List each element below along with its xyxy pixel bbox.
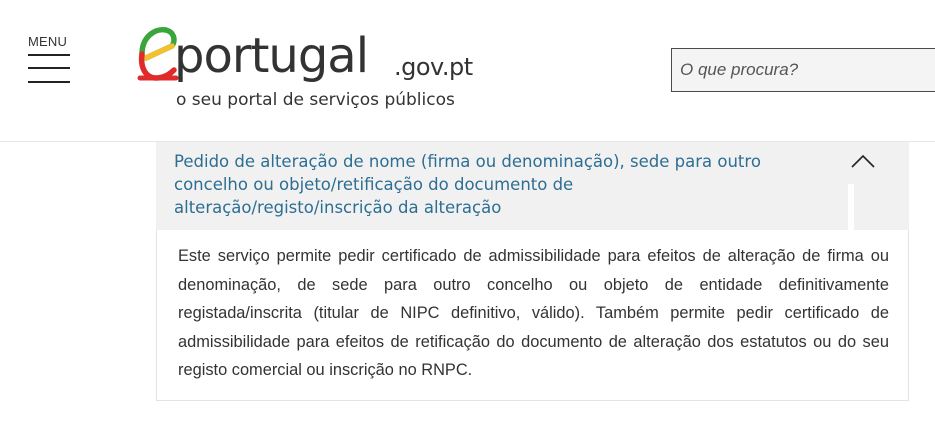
accordion-header[interactable]: Pedido de alteração de nome (firma ou de…: [156, 142, 909, 230]
description-line: admissibilidade para efeitos de retifica…: [178, 332, 889, 351]
logo-domain: .gov.pt: [394, 53, 473, 81]
site-header: MENU portugal .gov.pt o seu portal de se…: [0, 0, 935, 142]
accordion-body: Este serviço permite pedir certificado d…: [156, 230, 909, 401]
search-input[interactable]: [671, 48, 935, 92]
logo-tagline: o seu portal de serviços públicos: [176, 90, 455, 110]
accordion-title-line: alteração/registo/inscrição da alteração: [174, 198, 502, 217]
description-line: registada/inscrita (titular de NIPC defi…: [178, 304, 889, 322]
accordion-toggle-button[interactable]: [848, 142, 909, 230]
menu-label: MENU: [28, 34, 68, 49]
service-description: Este serviço permite pedir certificado d…: [178, 242, 889, 385]
description-line: denominação, de sede para outro concelho…: [178, 275, 889, 294]
accordion-title-line: concelho ou objeto/retificação do docume…: [174, 175, 574, 194]
eportugal-logo[interactable]: portugal .gov.pt o seu portal de serviço…: [136, 24, 476, 114]
description-line: Este serviço permite pedir certificado d…: [178, 247, 889, 265]
accordion-title-line: Pedido de alteração de nome (firma ou de…: [174, 152, 761, 171]
accordion-title: Pedido de alteração de nome (firma ou de…: [174, 150, 804, 219]
menu-button[interactable]: MENU: [28, 34, 72, 88]
chevron-up-icon: [851, 154, 875, 168]
description-line: registo comercial ou inscrição no RNPC.: [178, 361, 473, 379]
hamburger-icon: [28, 54, 70, 84]
logo-wordmark: portugal: [174, 28, 369, 84]
